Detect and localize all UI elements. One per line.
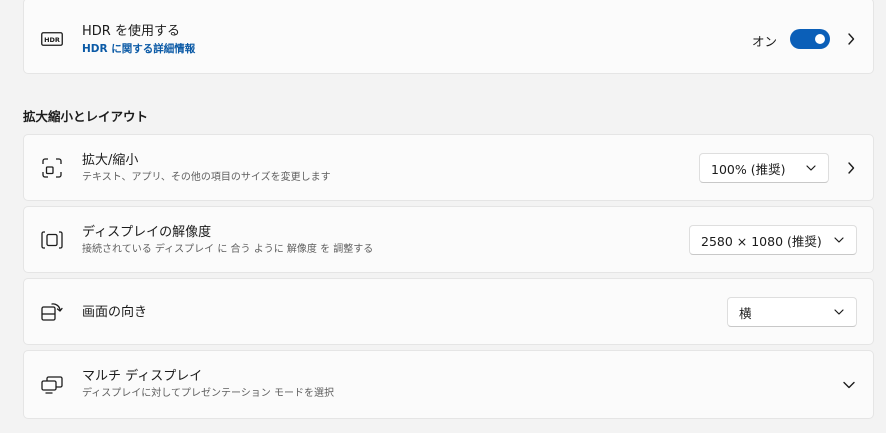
chevron-right-icon[interactable] (846, 161, 856, 175)
svg-text:HDR: HDR (44, 36, 60, 44)
chevron-down-icon[interactable] (842, 380, 856, 390)
multi-display-card[interactable]: マルチ ディスプレイ ディスプレイに対してプレゼンテーション モードを選択 (23, 350, 874, 419)
resolution-title: ディスプレイの解像度 (82, 225, 212, 240)
resolution-card[interactable]: ディスプレイの解像度 接続されている ディスプレイ に 合う ように 解像度 を… (23, 206, 874, 273)
hdr-info-link[interactable]: HDR に関する詳細情報 (82, 42, 195, 56)
scale-dropdown-value: 100% (推奨) (711, 161, 786, 177)
multi-display-title: マルチ ディスプレイ (82, 369, 203, 384)
resolution-dropdown[interactable]: 2580 × 1080 (推奨) (689, 225, 857, 255)
scale-title: 拡大/縮小 (82, 153, 139, 168)
hdr-icon: HDR (41, 28, 63, 50)
chevron-down-icon (834, 237, 844, 243)
orientation-title: 画面の向き (82, 305, 148, 320)
orientation-card[interactable]: 画面の向き 横 (23, 278, 874, 345)
hdr-toggle-label: オン (751, 34, 777, 49)
resolution-icon (41, 229, 63, 251)
hdr-title: HDR を使用する (82, 24, 180, 39)
resolution-description: 接続されている ディスプレイ に 合う ように 解像度 を 調整する (82, 244, 374, 255)
orientation-dropdown[interactable]: 横 (727, 297, 857, 327)
hdr-card[interactable]: HDR HDR を使用する HDR に関する詳細情報 オン (23, 0, 874, 74)
chevron-down-icon (806, 165, 816, 171)
scale-icon (41, 157, 63, 179)
hdr-toggle[interactable] (790, 29, 830, 49)
scale-dropdown[interactable]: 100% (推奨) (699, 153, 829, 183)
scale-description: テキスト、アプリ、その他の項目のサイズを変更します (82, 172, 331, 183)
chevron-down-icon (834, 309, 844, 315)
section-heading: 拡大縮小とレイアウト (23, 109, 149, 124)
scale-card[interactable]: 拡大/縮小 テキスト、アプリ、その他の項目のサイズを変更します 100% (推奨… (23, 134, 874, 201)
resolution-dropdown-value: 2580 × 1080 (推奨) (701, 233, 822, 249)
chevron-right-icon[interactable] (846, 32, 856, 46)
multi-display-description: ディスプレイに対してプレゼンテーション モードを選択 (82, 388, 334, 399)
toggle-knob (815, 34, 825, 44)
orientation-dropdown-value: 横 (739, 305, 752, 321)
multi-display-icon (41, 374, 63, 396)
orientation-icon (41, 301, 63, 323)
